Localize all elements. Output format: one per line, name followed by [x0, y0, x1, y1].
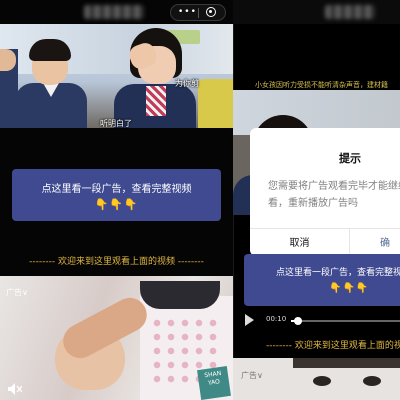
brand-logo: SHAN YAO: [197, 366, 231, 400]
playback-time: 00:10: [266, 315, 287, 323]
video-subtitle-right: 为你剪: [175, 79, 199, 88]
right-watch-ad-label: 点这里看一段广告，查看完整视: [276, 268, 400, 278]
video-player-controls: 00:10: [233, 310, 400, 330]
watch-ad-button[interactable]: 点这里看一段广告，查看完整视频 👇👇👇: [12, 169, 221, 221]
watch-ad-label: 点这里看一段广告，查看完整视频: [41, 184, 192, 195]
progress-slider[interactable]: [291, 317, 400, 325]
left-top-bar: •••: [0, 0, 233, 24]
mute-icon[interactable]: [8, 383, 22, 395]
blurred-page-title: [84, 5, 144, 19]
right-watch-ad-button[interactable]: 点这里看一段广告，查看完整视 👇👇👇: [244, 254, 400, 306]
video-boy: [15, 39, 87, 128]
dialog-button-divider: [349, 228, 350, 256]
classroom-video[interactable]: [0, 24, 233, 128]
miniprogram-capsule[interactable]: •••: [170, 4, 226, 21]
progress-knob[interactable]: [294, 317, 302, 325]
right-welcome-divider-text: -------- 欢迎来到这里观看上面的视: [266, 341, 400, 351]
video-chair: [198, 79, 233, 128]
dialog-confirm-button[interactable]: 确: [380, 234, 390, 249]
right-pointing-down-icons: 👇👇👇: [329, 283, 370, 294]
right-blurred-title: [325, 5, 375, 19]
dialog-message: 您需要将广告观看完毕才能继续观看频观看，重新播放广告吗: [268, 181, 400, 209]
play-icon[interactable]: [245, 314, 254, 326]
more-icon[interactable]: •••: [178, 7, 197, 17]
capsule-divider: [198, 8, 199, 18]
video-subtitle: 听明白了: [100, 119, 132, 128]
dialog-title: 提示: [339, 152, 361, 165]
dialog-cancel-button[interactable]: 取消: [250, 234, 349, 249]
ad-label-dropdown[interactable]: 广告∨: [6, 287, 28, 298]
right-ad-label-dropdown[interactable]: 广告∨: [241, 370, 263, 381]
right-video-caption: 小女孩因听力受损不能听清杂声音，建材籍: [255, 81, 388, 89]
welcome-divider-text: -------- 欢迎来到这里观看上面的视频 --------: [29, 257, 204, 267]
pointing-down-icons: 👇👇👇: [94, 198, 139, 211]
dialog-divider: [250, 228, 400, 229]
ad-prompt-dialog: 提示 您需要将广告观看完毕才能继续观看频观看，重新播放广告吗 取消 确: [250, 128, 400, 256]
close-target-icon[interactable]: [206, 7, 216, 17]
